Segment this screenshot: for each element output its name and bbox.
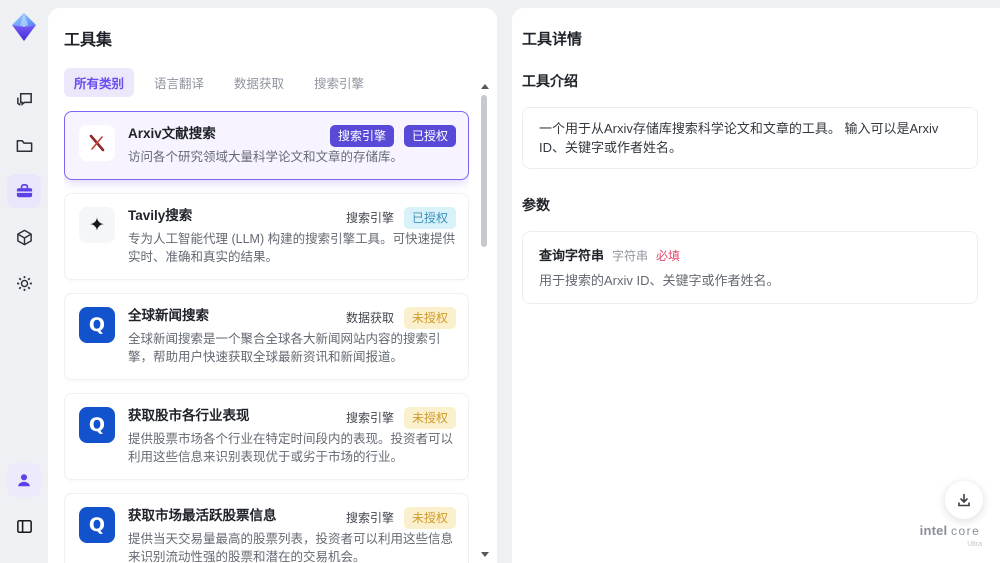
tool-description: 全球新闻搜索是一个聚合全球各大新闻网站内容的搜索引擎，帮助用户快速获取全球最新资… — [128, 332, 441, 364]
param-card: 查询字符串 字符串 必填 用于搜索的Arxiv ID、关键字或作者姓名。 — [522, 231, 978, 304]
intro-heading: 工具介绍 — [522, 73, 578, 89]
tool-card-tavily[interactable]: ✦ Tavily搜索 专为人工智能代理 (LLM) 构建的搜索引擎工具。可快速提… — [64, 193, 469, 280]
user-icon — [18, 474, 30, 487]
core-wordmark: core — [951, 524, 981, 538]
params-heading: 参数 — [522, 197, 550, 213]
sidebar-item-profile[interactable] — [7, 463, 41, 497]
category-label: 搜索引擎 — [345, 511, 394, 525]
tool-card-most-active-stocks[interactable]: Q 获取市场最活跃股票信息 提供当天交易量最高的股票列表，投资者可以利用这些信息… — [64, 493, 469, 563]
auth-status-badge: 已授权 — [403, 125, 456, 147]
rail-bottom — [7, 463, 41, 555]
tab-all-categories[interactable]: 所有类别 — [64, 68, 135, 97]
list-scrollbar[interactable] — [480, 84, 489, 557]
tool-description: 提供股票市场各个行业在特定时间段内的表现。投资者可以利用这些信息来识别表现优于或… — [128, 432, 454, 464]
sidebar-item-chat[interactable] — [7, 82, 41, 116]
tool-badges: 搜索引擎 未授权 — [346, 407, 456, 429]
tab-language-translation[interactable]: 语言翻译 — [144, 68, 214, 97]
tab-data-fetching[interactable]: 数据获取 — [224, 68, 294, 97]
tool-badges: 搜索引擎 未授权 — [346, 507, 456, 529]
category-label: 数据获取 — [345, 311, 394, 325]
sidebar-collapse-button[interactable] — [7, 509, 41, 543]
tool-card-arxiv[interactable]: Arxiv文献搜索 访问各个研究领域大量科学论文和文章的存储库。 搜索引擎 已授… — [64, 111, 469, 180]
sidebar-rail — [0, 0, 48, 563]
category-label: 搜索引擎 — [345, 211, 394, 225]
sidebar-item-apps[interactable] — [7, 220, 41, 254]
brand-tier-label: Ultra — [967, 541, 982, 548]
news-search-logo-icon: Q — [79, 307, 115, 343]
scroll-up-arrow-icon[interactable] — [481, 84, 489, 89]
category-label: 搜索引擎 — [345, 411, 394, 425]
auth-status-badge: 未授权 — [403, 507, 456, 529]
tool-badges: 搜索引擎 已授权 — [346, 207, 456, 229]
app-logo — [9, 12, 39, 42]
download-button[interactable] — [945, 481, 983, 519]
page-title: 工具集 — [64, 32, 113, 49]
tool-intro-text: 一个用于从Arxiv存储库搜索科学论文和文章的工具。 输入可以是Arxiv ID… — [522, 107, 978, 169]
category-tabs: 所有类别 语言翻译 数据获取 搜索引擎 — [64, 68, 469, 97]
tool-description: 专为人工智能代理 (LLM) 构建的搜索引擎工具。可快速提供实时、准确和真实的结… — [128, 232, 456, 264]
tool-card-sector-performance[interactable]: Q 获取股市各行业表现 提供股票市场各个行业在特定时间段内的表现。投资者可以利用… — [64, 393, 469, 480]
tool-card-list: Arxiv文献搜索 访问各个研究领域大量科学论文和文章的存储库。 搜索引擎 已授… — [64, 111, 469, 563]
auth-status-badge: 已授权 — [403, 207, 456, 229]
cube-icon — [16, 229, 32, 245]
param-header: 查询字符串 字符串 必填 — [539, 245, 961, 264]
tool-badges: 搜索引擎 已授权 — [329, 125, 456, 147]
gem-logo-icon — [12, 13, 36, 41]
collapse-panel-icon — [16, 519, 32, 533]
param-type: 字符串 — [612, 249, 649, 263]
tool-description: 提供当天交易量最高的股票列表，投资者可以利用这些信息来识别流动性强的股票和潜在的… — [128, 532, 454, 563]
sidebar-item-files[interactable] — [7, 128, 41, 162]
intel-core-logo: intel core Ultra — [914, 523, 986, 551]
toolbox-icon — [16, 183, 32, 197]
arxiv-logo-icon — [79, 125, 115, 161]
download-icon — [958, 493, 970, 507]
category-badge: 搜索引擎 — [329, 125, 394, 147]
tool-badges: 数据获取 未授权 — [346, 307, 456, 329]
param-description: 用于搜索的Arxiv ID、关键字或作者姓名。 — [539, 273, 780, 288]
stock-tool-logo-icon: Q — [79, 507, 115, 543]
tool-detail-panel: 工具详情 工具介绍 一个用于从Arxiv存储库搜索科学论文和文章的工具。 输入可… — [512, 8, 1000, 563]
tavily-star-icon: ✦ — [79, 207, 115, 243]
intel-wordmark: intel — [919, 523, 948, 538]
sidebar-item-settings[interactable] — [7, 266, 41, 300]
detail-title: 工具详情 — [522, 31, 583, 48]
tab-search-engine[interactable]: 搜索引擎 — [304, 68, 374, 97]
tool-description: 访问各个研究领域大量科学论文和文章的存储库。 — [128, 150, 404, 164]
scroll-down-arrow-icon[interactable] — [481, 552, 489, 557]
sidebar-item-tools[interactable] — [7, 174, 41, 208]
stock-tool-logo-icon: Q — [79, 407, 115, 443]
param-required-flag: 必填 — [656, 249, 681, 263]
auth-status-badge: 未授权 — [403, 307, 456, 329]
tool-list-panel: 工具集 所有类别 语言翻译 数据获取 搜索引擎 Arxiv文献搜索 访问各个研究… — [48, 8, 497, 563]
folder-icon — [16, 139, 32, 152]
chat-icon — [16, 92, 32, 106]
tool-card-global-news[interactable]: Q 全球新闻搜索 全球新闻搜索是一个聚合全球各大新闻网站内容的搜索引擎，帮助用户… — [64, 293, 469, 380]
scrollbar-thumb[interactable] — [481, 95, 487, 247]
auth-status-badge: 未授权 — [403, 407, 456, 429]
gear-icon — [16, 275, 32, 291]
param-name: 查询字符串 — [539, 248, 605, 263]
